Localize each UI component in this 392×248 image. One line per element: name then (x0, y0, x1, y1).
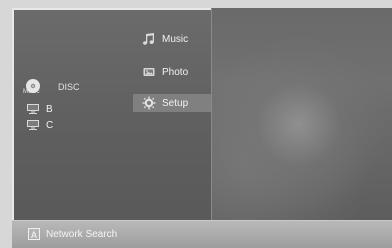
monitor-icon (26, 103, 40, 115)
tv-menu-screen: Music Photo Setup Music DISC B C A Netwo… (12, 8, 392, 248)
menu-item-setup[interactable]: Setup (133, 94, 211, 112)
menu-label: Photo (162, 66, 189, 78)
drive-label: B (46, 103, 53, 115)
menu-label: Setup (162, 97, 189, 109)
footer-bar: A Network Search (12, 220, 392, 248)
drive-item-b[interactable]: B (26, 102, 96, 116)
source-disc[interactable]: Music DISC (23, 78, 80, 96)
key-a-icon: A (28, 228, 40, 240)
drive-label: C (46, 119, 54, 131)
music-icon (142, 32, 156, 46)
disc-icon: Music (23, 78, 42, 96)
menu-item-music[interactable]: Music (133, 30, 211, 48)
network-search-label: Network Search (46, 228, 118, 240)
menu-label: Music (162, 33, 189, 45)
main-menu: Music Photo Setup (133, 20, 211, 112)
drive-item-c[interactable]: C (26, 118, 96, 132)
preview-panel (211, 8, 392, 220)
network-search-hint[interactable]: A Network Search (28, 228, 117, 240)
drive-list: B C (26, 102, 96, 134)
photo-icon (142, 65, 156, 79)
disc-label: DISC (58, 82, 80, 92)
monitor-icon (26, 119, 40, 131)
disc-caption: Music (23, 89, 40, 95)
menu-item-photo[interactable]: Photo (133, 63, 211, 81)
gear-icon (142, 96, 156, 110)
